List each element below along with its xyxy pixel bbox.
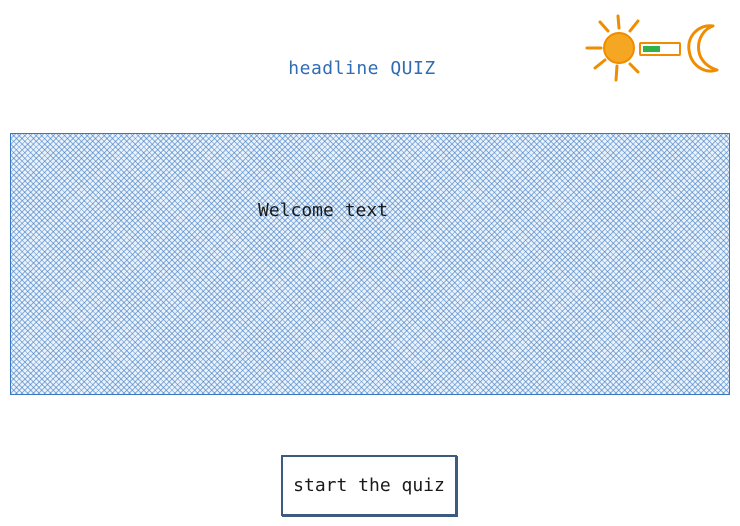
sun-icon: [585, 14, 640, 82]
theme-toggle[interactable]: [583, 8, 725, 92]
toggle-switch[interactable]: [639, 42, 681, 56]
moon-icon: [687, 24, 719, 73]
theme-toggle-graphic: [585, 14, 719, 82]
welcome-text: Welcome text: [258, 200, 389, 221]
page-title: headline QUIZ: [288, 58, 436, 79]
welcome-panel: Welcome text: [10, 133, 730, 395]
start-quiz-button[interactable]: start the quiz: [281, 455, 457, 516]
